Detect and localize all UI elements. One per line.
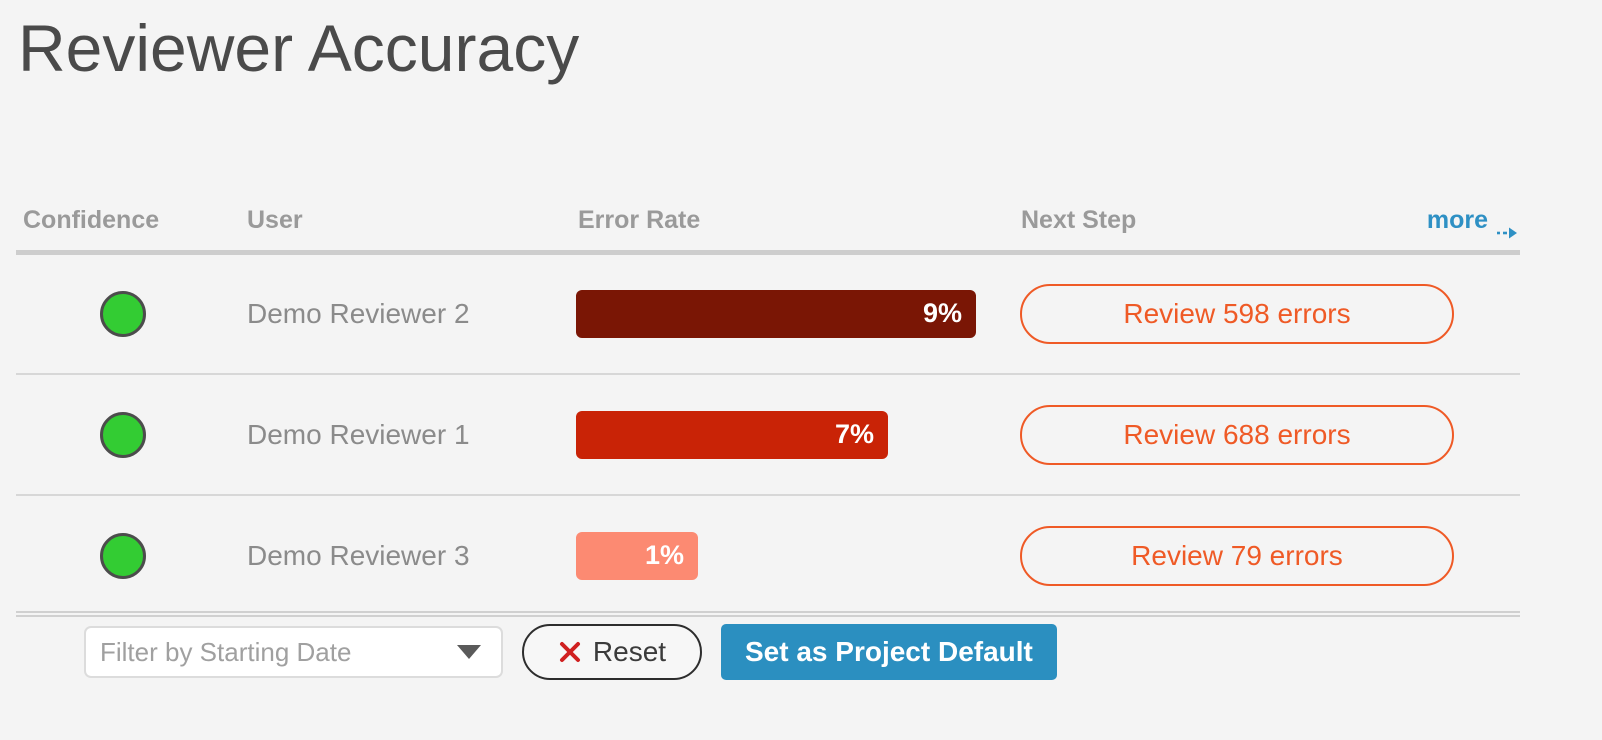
column-header-next-step: Next Step [1021, 206, 1137, 234]
error-rate-label: 1% [644, 540, 684, 570]
next-step-cell: Review 598 errors [1020, 254, 1454, 373]
confidence-cell [100, 496, 146, 615]
confidence-status-dot [100, 290, 146, 337]
page-title: Reviewer Accuracy [18, 11, 580, 85]
confidence-cell [100, 375, 146, 494]
next-step-cell: Review 688 errors [1020, 375, 1454, 494]
footer-toolbar: Filter by Starting Date Reset Set as Pro… [84, 624, 1057, 680]
user-name: Demo Reviewer 2 [247, 297, 470, 329]
table-row: Demo Reviewer 3 1% Review 79 errors [16, 496, 1520, 617]
column-header-confidence: Confidence [23, 206, 160, 234]
error-rate-bar: 7% [576, 410, 888, 459]
reviewer-accuracy-table: Confidence User Error Rate Next Step mor… [16, 196, 1520, 617]
error-rate-cell: 7% [576, 375, 888, 494]
user-name: Demo Reviewer 1 [247, 418, 470, 450]
chevron-down-icon [457, 645, 481, 659]
confidence-status-dot [100, 532, 146, 579]
confidence-status-dot [100, 411, 146, 458]
user-cell: Demo Reviewer 2 [247, 254, 470, 373]
reset-button[interactable]: Reset [522, 624, 702, 680]
user-cell: Demo Reviewer 1 [247, 375, 470, 494]
more-columns-link[interactable]: more [1427, 196, 1520, 244]
review-errors-button[interactable]: Review 79 errors [1020, 525, 1454, 586]
header-divider [16, 250, 1520, 255]
next-step-cell: Review 79 errors [1020, 496, 1454, 615]
reviewer-accuracy-page: Reviewer Accuracy Confidence User Error … [0, 0, 1602, 740]
table-body: Demo Reviewer 2 9% Review 598 errors Dem… [16, 254, 1520, 617]
table-row: Demo Reviewer 1 7% Review 688 errors [16, 375, 1520, 496]
table-header-row: Confidence User Error Rate Next Step mor… [16, 196, 1520, 254]
error-rate-cell: 1% [576, 496, 698, 615]
dashed-arrow-right-icon [1496, 211, 1520, 239]
user-cell: Demo Reviewer 3 [247, 496, 470, 615]
more-columns-label: more [1426, 206, 1488, 234]
date-filter-placeholder: Filter by Starting Date [100, 636, 352, 667]
review-errors-button[interactable]: Review 688 errors [1020, 404, 1454, 465]
x-mark-icon [558, 640, 582, 664]
error-rate-label: 9% [922, 298, 962, 328]
confidence-cell [100, 254, 146, 373]
reset-button-label: Reset [592, 636, 667, 667]
error-rate-bar: 1% [576, 531, 698, 580]
error-rate-bar: 9% [576, 289, 976, 338]
review-errors-button[interactable]: Review 598 errors [1020, 283, 1454, 344]
column-header-error-rate: Error Rate [578, 206, 701, 234]
date-filter[interactable]: Filter by Starting Date [84, 626, 503, 678]
column-header-user: User [247, 206, 303, 234]
user-name: Demo Reviewer 3 [247, 539, 470, 571]
set-as-project-default-button[interactable]: Set as Project Default [721, 624, 1057, 680]
table-row: Demo Reviewer 2 9% Review 598 errors [16, 254, 1520, 375]
date-filter-select[interactable]: Filter by Starting Date [84, 626, 503, 678]
footer-divider [16, 611, 1520, 613]
error-rate-cell: 9% [576, 254, 976, 373]
error-rate-label: 7% [834, 419, 874, 449]
